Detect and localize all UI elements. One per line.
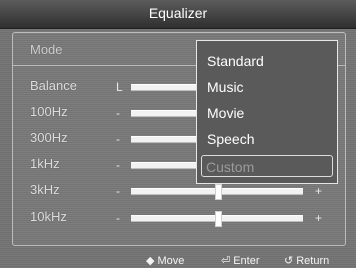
eq-row-label: 10kHz bbox=[30, 209, 67, 224]
plus-marker: + bbox=[315, 184, 323, 198]
eq-row-label: 300Hz bbox=[30, 130, 68, 145]
minus-marker: - bbox=[116, 158, 120, 172]
eq-row-label: 3kHz bbox=[30, 182, 60, 197]
minus-marker: - bbox=[116, 184, 120, 198]
option-movie[interactable]: Movie bbox=[207, 105, 244, 121]
eq-row-label: Balance bbox=[30, 78, 77, 93]
window-title: Equalizer bbox=[148, 5, 208, 21]
10khz-slider[interactable] bbox=[131, 211, 303, 227]
move-label: Move bbox=[157, 255, 185, 267]
eq-row-3khz[interactable]: 3kHz - + bbox=[13, 182, 345, 210]
equalizer-screen: Equalizer Mode Balance L 100Hz - 300Hz - bbox=[0, 0, 356, 268]
minus-marker: L bbox=[116, 80, 123, 94]
eq-row-label: 1kHz bbox=[30, 156, 60, 171]
option-standard[interactable]: Standard bbox=[207, 53, 264, 69]
mode-label: Mode bbox=[30, 42, 63, 57]
enter-hint: ⏎ Enter bbox=[221, 254, 260, 267]
move-arrows-icon: ◆ bbox=[146, 255, 155, 267]
mode-dropdown[interactable]: Standard Music Movie Speech Custom bbox=[196, 40, 338, 184]
minus-marker: - bbox=[116, 132, 120, 146]
option-music[interactable]: Music bbox=[207, 79, 244, 95]
move-hint: ◆ Move bbox=[146, 254, 184, 267]
3khz-slider[interactable] bbox=[131, 184, 303, 200]
eq-row-label: 100Hz bbox=[30, 104, 68, 119]
slider-knob[interactable] bbox=[215, 184, 222, 200]
plus-marker: + bbox=[315, 211, 323, 225]
option-custom[interactable]: Custom bbox=[201, 155, 333, 177]
eq-row-10khz[interactable]: 10kHz - + bbox=[13, 209, 345, 237]
return-label: Return bbox=[296, 255, 330, 267]
minus-marker: - bbox=[116, 211, 120, 225]
minus-marker: - bbox=[116, 106, 120, 120]
option-speech[interactable]: Speech bbox=[207, 131, 254, 147]
slider-knob[interactable] bbox=[215, 211, 222, 227]
enter-icon: ⏎ bbox=[221, 255, 231, 267]
enter-label: Enter bbox=[233, 255, 260, 267]
title-bar: Equalizer bbox=[0, 0, 356, 29]
return-icon: ↺ bbox=[284, 255, 294, 267]
return-hint: ↺ Return bbox=[284, 254, 329, 267]
footer-hints: ◆ Move ⏎ Enter ↺ Return bbox=[0, 252, 356, 268]
